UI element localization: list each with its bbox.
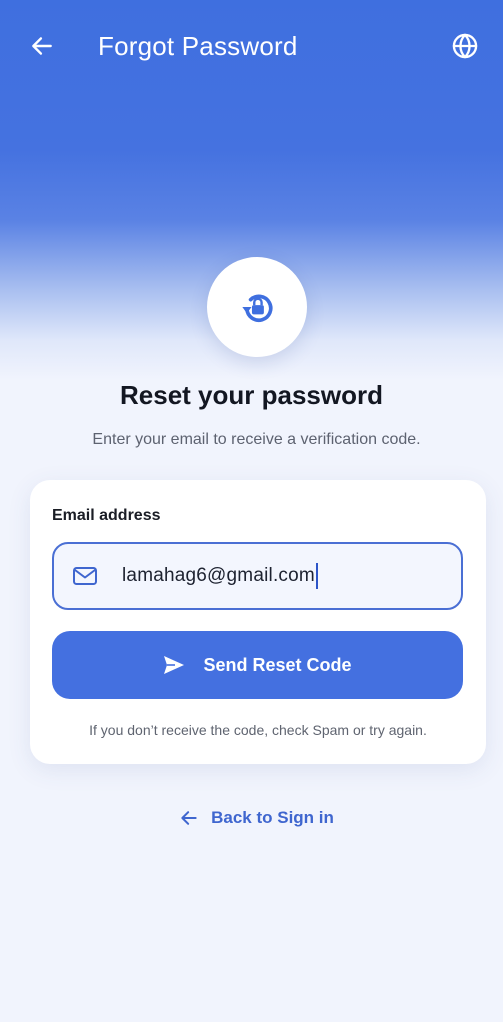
email-label: Email address	[52, 507, 161, 524]
globe-icon	[452, 33, 478, 59]
arrow-left-icon	[181, 811, 197, 825]
language-button[interactable]	[445, 26, 485, 66]
reset-form-card: Email address lamahag6@gmail.com Send Re…	[30, 480, 486, 764]
spam-hint: If you don’t receive the code, check Spa…	[89, 722, 427, 738]
page-title: Forgot Password	[98, 30, 298, 61]
arrow-left-icon	[32, 37, 52, 55]
hero-icon-circle	[207, 257, 307, 357]
reset-subtext: Enter your email to receive a verificati…	[92, 431, 421, 448]
app-bar: Forgot Password	[0, 0, 503, 92]
lock-reset-icon	[242, 294, 273, 322]
send-button-label: Send Reset Code	[203, 654, 352, 675]
text-cursor	[315, 563, 318, 589]
send-icon	[164, 656, 185, 674]
send-reset-code-button[interactable]: Send Reset Code	[52, 631, 463, 699]
back-link-label: Back to Sign in	[211, 808, 334, 827]
reset-heading: Reset your password	[120, 380, 383, 410]
email-input-value: lamahag6@gmail.com	[122, 565, 315, 586]
email-field[interactable]: lamahag6@gmail.com	[52, 542, 463, 610]
mail-icon	[73, 567, 97, 585]
back-button[interactable]	[22, 26, 62, 66]
back-to-sign-in-link[interactable]: Back to Sign in	[0, 808, 503, 828]
